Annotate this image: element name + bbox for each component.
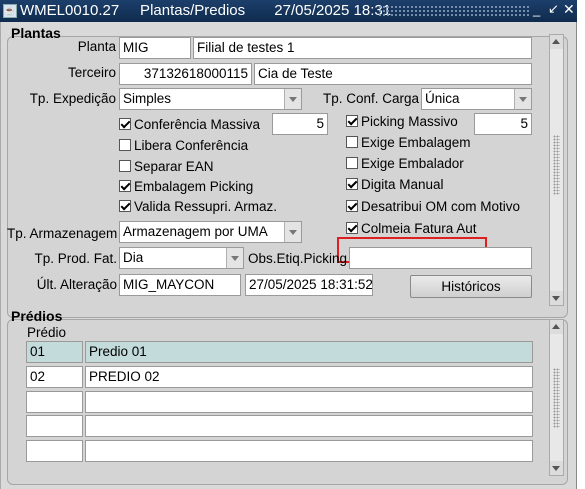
colmeia-fatura-aut-checkbox[interactable]: Colmeia Fatura Aut — [346, 221, 477, 236]
terceiro-label: Terceiro — [67, 65, 116, 80]
predios-section-title: Prédios — [11, 308, 63, 324]
planta-code-field[interactable]: MIG — [119, 37, 191, 59]
valida-ressupri-checkbox[interactable]: Valida Ressupri. Armaz. — [119, 199, 277, 214]
historicos-button[interactable]: Históricos — [410, 275, 532, 298]
terceiro-name-field[interactable]: Cia de Teste — [254, 63, 532, 85]
predio-code-cell[interactable] — [26, 440, 83, 462]
chevron-down-icon[interactable] — [514, 89, 531, 109]
digita-manual-checkbox[interactable]: Digita Manual — [346, 177, 444, 192]
ult-alteracao-datetime-field[interactable]: 27/05/2025 18:31:52 — [245, 274, 373, 296]
checkbox-check-icon — [119, 200, 131, 212]
tp-expedicao-select[interactable]: Simples — [119, 88, 302, 110]
checkbox-check-icon — [346, 115, 358, 127]
checkbox-icon — [119, 160, 131, 172]
predio-name-cell[interactable] — [85, 391, 533, 413]
checkbox-label: Valida Ressupri. Armaz. — [134, 199, 278, 214]
planta-name-field[interactable]: Filial de testes 1 — [193, 37, 532, 59]
predio-name-cell[interactable] — [85, 440, 533, 462]
scroll-grip[interactable] — [553, 135, 560, 195]
picking-massivo-qty-field[interactable]: 5 — [474, 113, 532, 135]
exige-embalagem-checkbox[interactable]: Exige Embalagem — [346, 135, 471, 150]
checkbox-label: Conferência Massiva — [134, 117, 261, 132]
conferencia-massiva-checkbox[interactable]: Conferência Massiva — [119, 117, 260, 132]
tp-armazenagem-select[interactable]: Armazenagem por UMA — [119, 221, 302, 243]
tp-expedicao-label: Tp. Expedição — [29, 91, 116, 106]
embalagem-picking-checkbox[interactable]: Embalagem Picking — [119, 179, 253, 194]
planta-label: Planta — [77, 39, 116, 54]
predio-code-cell[interactable]: 02 — [26, 366, 83, 388]
predio-name-cell[interactable]: Predio 01 — [85, 341, 533, 363]
predio-code-cell[interactable] — [26, 415, 83, 437]
checkbox-check-icon — [119, 118, 131, 130]
checkbox-label: Digita Manual — [361, 177, 444, 192]
scroll-up-icon[interactable] — [550, 35, 563, 49]
ult-alteracao-label: Últ. Alteração — [36, 277, 117, 292]
checkbox-label: Separar EAN — [134, 159, 214, 174]
checkbox-check-icon — [119, 180, 131, 192]
restore-button[interactable]: ↙ — [548, 1, 559, 17]
desatribui-om-checkbox[interactable]: Desatribui OM com Motivo — [346, 199, 520, 214]
predio-name-cell[interactable] — [85, 415, 533, 437]
obs-etiq-picking-label: Obs.Etiq.Picking — [247, 251, 347, 266]
tp-conf-carga-value: Única — [425, 91, 460, 106]
window-titlebar: ☕ WMEL0010.27 Plantas/Predios 27/05/2025… — [0, 0, 577, 22]
checkbox-check-icon — [346, 178, 358, 190]
checkbox-check-icon — [346, 222, 358, 234]
checkbox-icon — [346, 136, 358, 148]
checkbox-label: Embalagem Picking — [134, 179, 254, 194]
obs-etiq-picking-field[interactable] — [349, 247, 532, 269]
minimize-button[interactable]: _ — [533, 2, 540, 17]
tp-prod-fat-label: Tp. Prod. Fat. — [34, 251, 117, 266]
predio-code-cell[interactable]: 01 — [26, 341, 83, 363]
tp-armazenagem-label: Tp. Armazenagem — [7, 226, 118, 241]
scroll-grip[interactable] — [553, 368, 560, 428]
predio-code-cell[interactable] — [26, 391, 83, 413]
ult-alteracao-user-field[interactable]: MIG_MAYCON — [119, 274, 241, 296]
predio-name-cell[interactable]: PREDIO 02 — [85, 366, 533, 388]
scroll-down-icon[interactable] — [550, 461, 563, 475]
libera-conferencia-checkbox[interactable]: Libera Conferência — [119, 138, 248, 153]
terceiro-code-field[interactable]: 37132618000115 — [119, 63, 252, 85]
chevron-down-icon[interactable] — [226, 248, 243, 268]
plantas-scrollbar[interactable] — [549, 34, 564, 306]
checkbox-label: Colmeia Fatura Aut — [361, 221, 477, 236]
checkbox-icon — [119, 139, 131, 151]
titlebar-grip — [378, 5, 530, 17]
oracle-forms-icon: ☕ — [3, 4, 17, 18]
tp-expedicao-value: Simples — [123, 91, 172, 106]
window-title: WMEL0010.27 Plantas/Predios 27/05/2025 1… — [20, 2, 392, 19]
checkbox-label: Libera Conferência — [134, 138, 249, 153]
checkbox-label: Exige Embalador — [361, 156, 464, 171]
separar-ean-checkbox[interactable]: Separar EAN — [119, 159, 214, 174]
checkbox-check-icon — [346, 200, 358, 212]
predios-scrollbar[interactable] — [549, 319, 564, 476]
checkbox-icon — [346, 157, 358, 169]
checkbox-label: Exige Embalagem — [361, 135, 471, 150]
chevron-down-icon[interactable] — [284, 222, 301, 242]
tp-conf-carga-label: Tp. Conf. Carga — [322, 91, 419, 106]
form-canvas: Plantas Planta MIG Filial de testes 1 Te… — [0, 22, 577, 489]
exige-embalador-checkbox[interactable]: Exige Embalador — [346, 156, 464, 171]
scroll-up-icon[interactable] — [550, 320, 563, 334]
scroll-down-icon[interactable] — [550, 291, 563, 305]
tp-prod-fat-value: Dia — [123, 250, 144, 265]
tp-armazenagem-value: Armazenagem por UMA — [123, 224, 268, 239]
conferencia-massiva-qty-field[interactable]: 5 — [272, 113, 328, 135]
picking-massivo-checkbox[interactable]: Picking Massivo — [346, 114, 458, 129]
predio-column-header: Prédio — [27, 325, 67, 340]
tp-conf-carga-select[interactable]: Única — [421, 88, 532, 110]
close-button[interactable]: ✕ — [563, 1, 575, 18]
chevron-down-icon[interactable] — [284, 89, 301, 109]
checkbox-label: Desatribui OM com Motivo — [361, 199, 521, 214]
checkbox-label: Picking Massivo — [361, 114, 458, 129]
tp-prod-fat-select[interactable]: Dia — [119, 247, 244, 269]
